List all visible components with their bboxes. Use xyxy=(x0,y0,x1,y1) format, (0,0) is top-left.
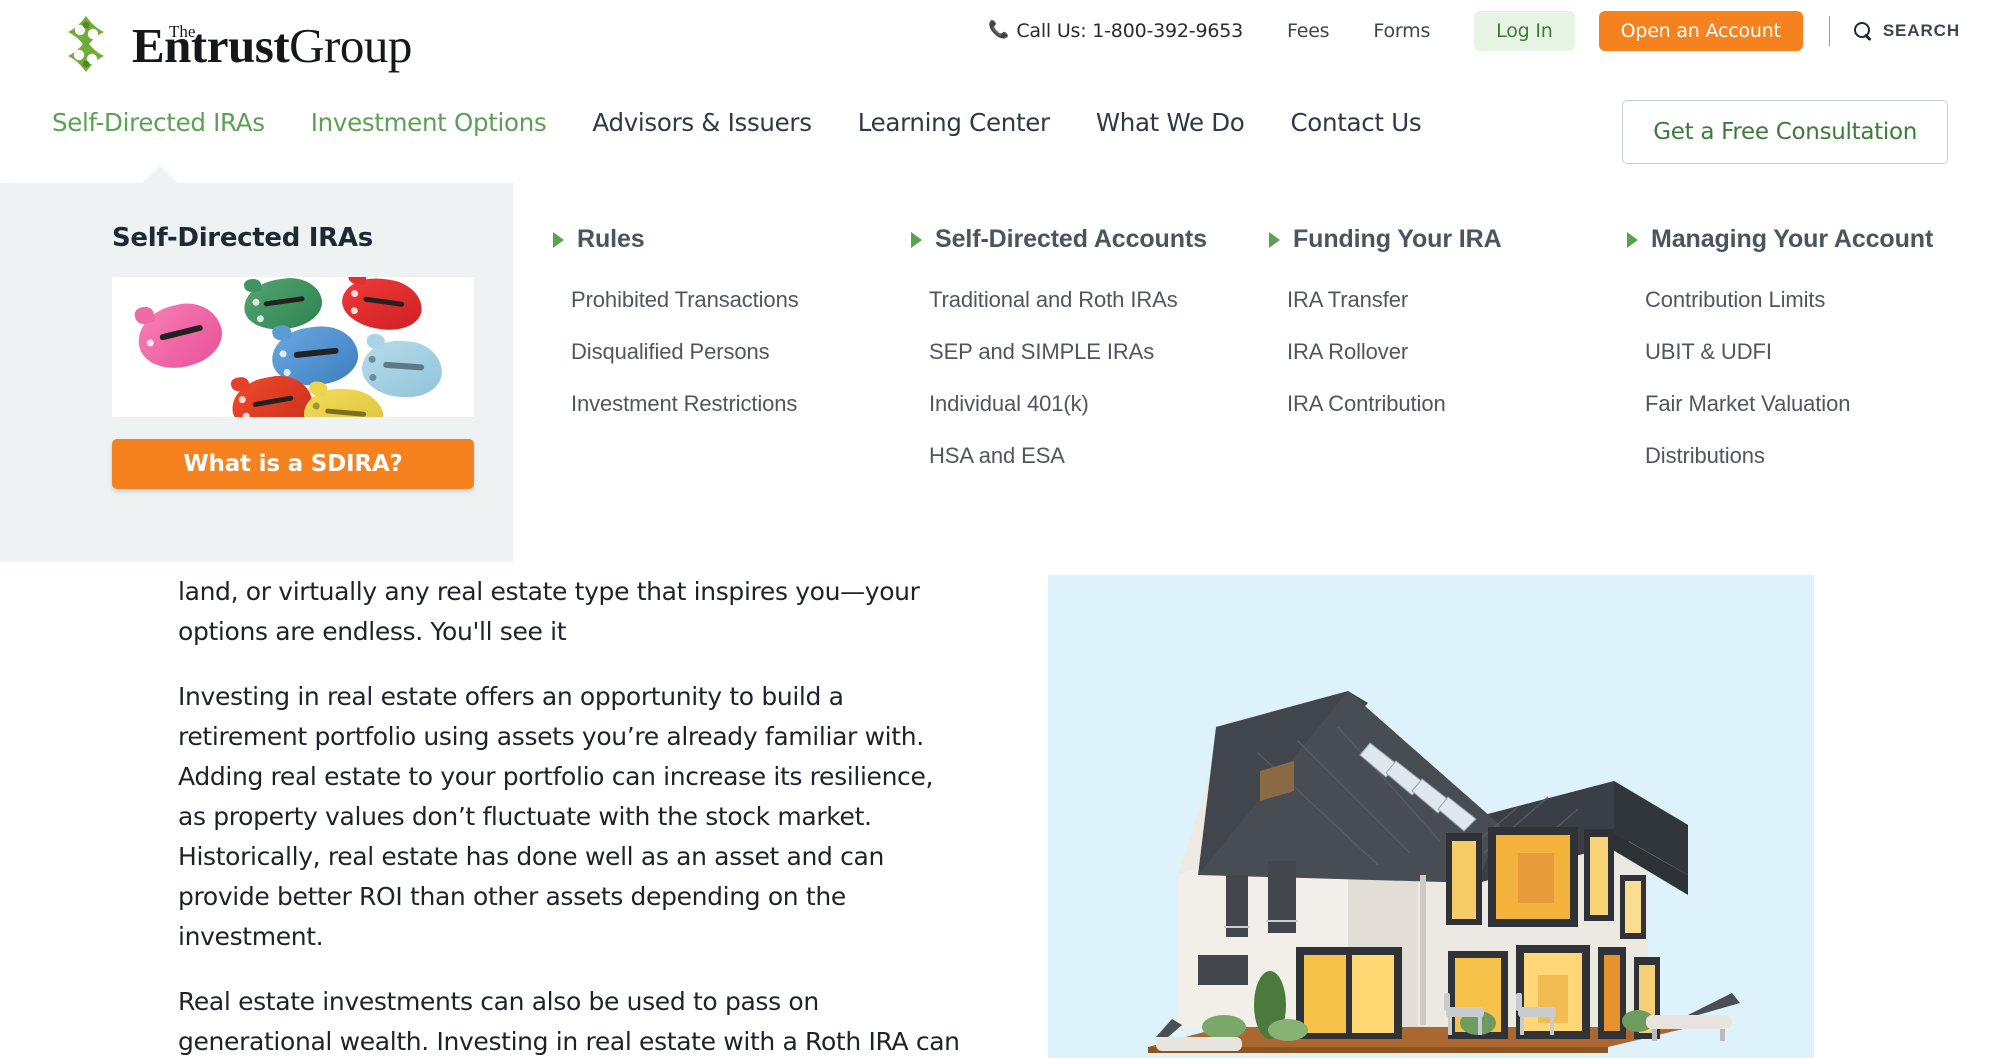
caret-right-icon xyxy=(553,231,564,248)
search-label: SEARCH xyxy=(1882,21,1960,40)
mega-link-hsa-and-esa[interactable]: HSA and ESA xyxy=(911,443,1231,469)
mega-column-self-directed-accounts: Self-Directed Accounts Traditional and R… xyxy=(911,225,1251,562)
logo-wordmark: The EntrustGroup xyxy=(132,21,412,70)
article-paragraphs: land, or virtually any real estate type … xyxy=(178,572,968,1058)
mega-link-ira-rollover[interactable]: IRA Rollover xyxy=(1269,339,1589,365)
mega-column-title: Self-Directed Accounts xyxy=(935,225,1207,253)
mega-menu-columns: Rules Prohibited Transactions Disqualifi… xyxy=(513,183,2000,562)
caret-right-icon xyxy=(1269,231,1280,248)
mega-link-prohibited-transactions[interactable]: Prohibited Transactions xyxy=(553,287,873,313)
article-paragraph-3: Real estate investments can also be used… xyxy=(178,987,960,1056)
mega-column-rules: Rules Prohibited Transactions Disqualifi… xyxy=(553,225,893,562)
nav-item-what-we-do[interactable]: What We Do xyxy=(1096,108,1245,137)
piggy-bank-light-blue xyxy=(360,333,444,400)
logo-group: Group xyxy=(289,17,412,73)
what-is-a-sdira-button[interactable]: What is a SDIRA? xyxy=(112,439,474,489)
mega-menu-panel-title: Self-Directed IRAs xyxy=(112,223,373,253)
modern-house-photo xyxy=(1048,575,1814,1058)
nav-item-self-directed-iras[interactable]: Self-Directed IRAs xyxy=(52,108,265,137)
mega-link-distributions[interactable]: Distributions xyxy=(1627,443,1947,469)
mega-link-contribution-limits[interactable]: Contribution Limits xyxy=(1627,287,1947,313)
mega-link-ubit-udfi[interactable]: UBIT & UDFI xyxy=(1627,339,1947,365)
utility-link-fees[interactable]: Fees xyxy=(1287,20,1330,42)
logo-the: The xyxy=(169,21,196,41)
phone-icon: 📞 xyxy=(988,19,1010,40)
page-root: 📞 Call Us: 1-800-392-9653 Fees Forms Log… xyxy=(0,0,2000,1058)
utility-link-forms[interactable]: Forms xyxy=(1373,20,1430,42)
mega-column-title: Rules xyxy=(577,225,645,253)
nav-item-investment-options[interactable]: Investment Options xyxy=(311,108,547,137)
mega-link-individual-401k[interactable]: Individual 401(k) xyxy=(911,391,1231,417)
mega-column-header-funding-your-ira[interactable]: Funding Your IRA xyxy=(1269,225,1589,254)
mega-column-managing-your-account: Managing Your Account Contribution Limit… xyxy=(1627,225,1967,562)
nav-item-advisors-issuers[interactable]: Advisors & Issuers xyxy=(592,108,812,137)
nav-item-learning-center[interactable]: Learning Center xyxy=(858,108,1050,137)
mega-column-header-self-directed-accounts[interactable]: Self-Directed Accounts xyxy=(911,225,1231,254)
search-button[interactable]: SEARCH xyxy=(1853,21,1960,41)
piggy-bank-red xyxy=(338,277,426,335)
mega-link-disqualified-persons[interactable]: Disqualified Persons xyxy=(553,339,873,365)
mega-column-title: Managing Your Account xyxy=(1651,225,1934,253)
mega-menu-caret-icon xyxy=(141,166,179,184)
article-paragraph-1: land, or virtually any real estate type … xyxy=(178,577,920,646)
mega-link-ira-contribution[interactable]: IRA Contribution xyxy=(1269,391,1589,417)
call-us-link[interactable]: 📞 Call Us: 1-800-392-9653 xyxy=(988,20,1243,42)
piggy-bank-yellow xyxy=(301,381,387,417)
mega-link-sep-and-simple-iras[interactable]: SEP and SIMPLE IRAs xyxy=(911,339,1231,365)
mega-column-header-managing-your-account[interactable]: Managing Your Account xyxy=(1627,225,1947,254)
nav-item-contact-us[interactable]: Contact Us xyxy=(1290,108,1421,137)
open-an-account-button[interactable]: Open an Account xyxy=(1598,11,1803,51)
log-in-button[interactable]: Log In xyxy=(1474,11,1575,51)
mega-column-title: Funding Your IRA xyxy=(1293,225,1502,253)
caret-right-icon xyxy=(911,231,922,248)
mega-column-funding-your-ira: Funding Your IRA IRA Transfer IRA Rollov… xyxy=(1269,225,1609,562)
mega-link-traditional-and-roth-iras[interactable]: Traditional and Roth IRAs xyxy=(911,287,1231,313)
mega-menu-panel: Self-Directed IRAs What is a SDIRA? Rule… xyxy=(0,166,2000,562)
site-logo[interactable]: The EntrustGroup xyxy=(52,14,412,76)
search-icon xyxy=(1853,22,1872,40)
main-navigation: Self-Directed IRAs Investment Options Ad… xyxy=(52,108,1422,137)
mega-column-header-rules[interactable]: Rules xyxy=(553,225,873,254)
article-body: land, or virtually any real estate type … xyxy=(0,562,2000,1058)
entrust-clover-logo-icon xyxy=(68,16,104,72)
article-paragraph-2: Investing in real estate offers an oppor… xyxy=(178,682,934,951)
piggy-bank-pink xyxy=(131,295,229,377)
caret-right-icon xyxy=(1627,231,1638,248)
mega-menu-promo-panel: Self-Directed IRAs What is a SDIRA? xyxy=(0,183,513,562)
house-illustration-icon xyxy=(1048,575,1814,1058)
get-free-consultation-button[interactable]: Get a Free Consultation xyxy=(1622,100,1948,164)
mega-link-fair-market-valuation[interactable]: Fair Market Valuation xyxy=(1627,391,1947,417)
call-us-label: Call Us: 1-800-392-9653 xyxy=(1016,20,1244,42)
logo-entrust: Entrust xyxy=(132,17,290,73)
utility-divider xyxy=(1828,16,1830,46)
mega-link-investment-restrictions[interactable]: Investment Restrictions xyxy=(553,391,873,417)
colorful-piggy-banks-photo xyxy=(112,277,474,417)
mega-link-ira-transfer[interactable]: IRA Transfer xyxy=(1269,287,1589,313)
